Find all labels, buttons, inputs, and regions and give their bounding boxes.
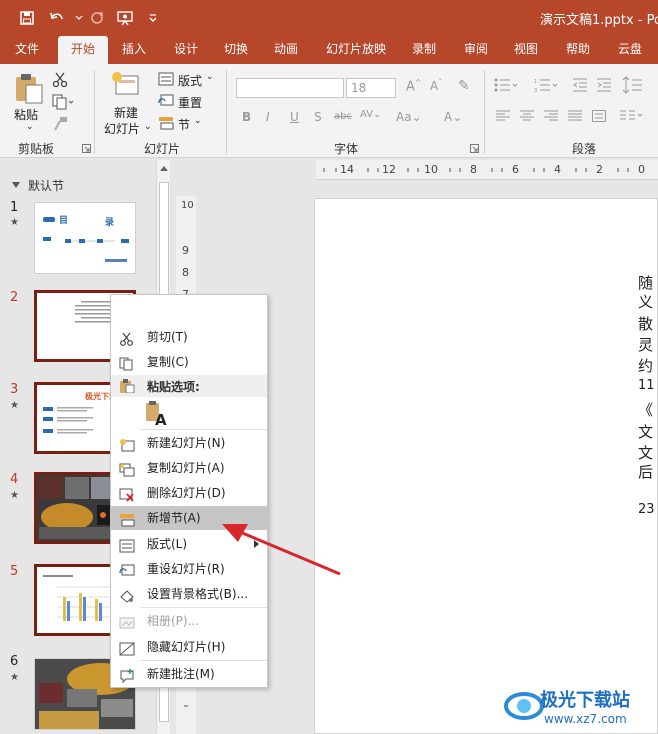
watermark-brand: 极光下载站 <box>540 690 630 711</box>
watermark-url: www.xz7.com <box>544 712 627 726</box>
annotation-arrow-icon <box>222 524 341 576</box>
watermark: 极光下载站 www.xz7.com <box>500 678 658 734</box>
